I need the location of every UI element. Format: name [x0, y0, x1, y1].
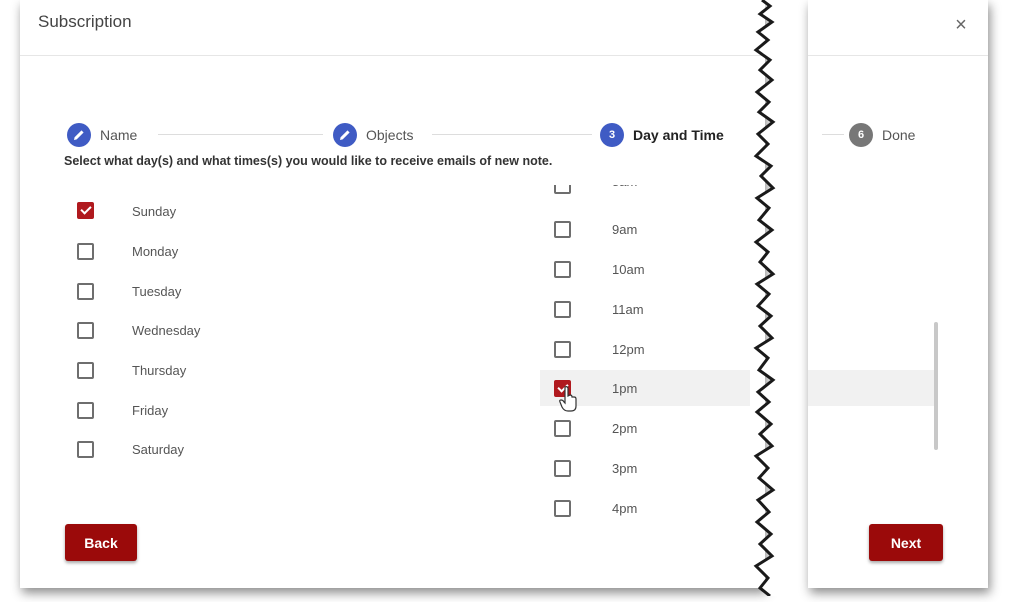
checkbox-saturday[interactable] — [77, 441, 94, 458]
time-label: 12pm — [612, 342, 645, 357]
pencil-icon — [67, 123, 91, 147]
time-label: 11am — [612, 302, 644, 317]
checkbox-11am[interactable] — [554, 301, 571, 318]
header-divider-right — [808, 55, 988, 56]
step-number-badge: 3 — [600, 123, 624, 147]
checkbox-thursday[interactable] — [77, 362, 94, 379]
checkbox-friday[interactable] — [77, 402, 94, 419]
close-button[interactable]: × — [948, 12, 974, 38]
time-label: 3pm — [612, 461, 638, 476]
next-button[interactable]: Next — [869, 524, 943, 561]
step-day-and-time[interactable]: 3 Day and Time — [600, 123, 724, 147]
checkbox-2pm[interactable] — [554, 420, 571, 437]
pencil-icon — [333, 123, 357, 147]
checkbox-8am[interactable] — [554, 185, 571, 194]
step-connector — [158, 134, 323, 135]
step-done[interactable]: 6 Done — [849, 123, 915, 147]
time-label: 2pm — [612, 421, 638, 436]
time-label: 8am — [612, 185, 637, 189]
dialog-panel-right — [808, 0, 988, 588]
step-label: Day and Time — [633, 127, 724, 143]
step-connector — [822, 134, 844, 135]
day-label: Tuesday — [132, 284, 182, 299]
day-label: Monday — [132, 244, 179, 259]
step-name[interactable]: Name — [67, 123, 137, 147]
time-label: 4pm — [612, 501, 638, 516]
day-label: Sunday — [132, 204, 177, 219]
step-connector — [432, 134, 592, 135]
day-label: Thursday — [132, 363, 187, 378]
time-label: 1pm — [612, 381, 638, 396]
back-button[interactable]: Back — [65, 524, 137, 561]
day-label: Friday — [132, 403, 169, 418]
step-objects[interactable]: Objects — [333, 123, 413, 147]
times-list: 8am 9am 10am 11am 12pm 1pm 2pm 3pm 4pm — [540, 185, 750, 520]
checkbox-3pm[interactable] — [554, 460, 571, 477]
times-scrollbar[interactable] — [934, 322, 938, 450]
checkbox-9am[interactable] — [554, 221, 571, 238]
time-label: 9am — [612, 222, 638, 237]
instructions-text: Select what day(s) and what times(s) you… — [64, 154, 553, 168]
checkbox-4pm[interactable] — [554, 500, 571, 517]
hand-cursor-icon — [559, 386, 577, 412]
checkbox-10am[interactable] — [554, 261, 571, 278]
header-divider — [20, 55, 765, 56]
step-number-badge: 6 — [849, 123, 873, 147]
step-label: Done — [882, 127, 916, 143]
day-label: Saturday — [132, 442, 185, 457]
step-label: Objects — [366, 127, 414, 143]
day-label: Wednesday — [132, 323, 201, 338]
time-label: 10am — [612, 262, 645, 277]
close-icon: × — [955, 14, 967, 36]
checkbox-tuesday[interactable] — [77, 283, 94, 300]
checkbox-monday[interactable] — [77, 243, 94, 260]
checkbox-12pm[interactable] — [554, 341, 571, 358]
dialog-title: Subscription — [38, 12, 132, 31]
checkbox-wednesday[interactable] — [77, 322, 94, 339]
checkbox-sunday[interactable] — [77, 202, 94, 219]
step-label: Name — [100, 127, 138, 143]
hover-row-highlight-right — [808, 370, 938, 406]
torn-edge-divider — [753, 0, 780, 596]
